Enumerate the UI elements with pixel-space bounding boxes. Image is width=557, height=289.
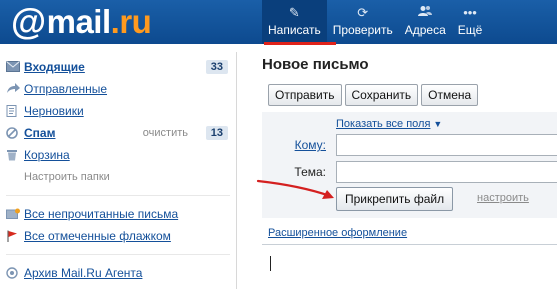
annotation-arrow xyxy=(256,179,334,199)
